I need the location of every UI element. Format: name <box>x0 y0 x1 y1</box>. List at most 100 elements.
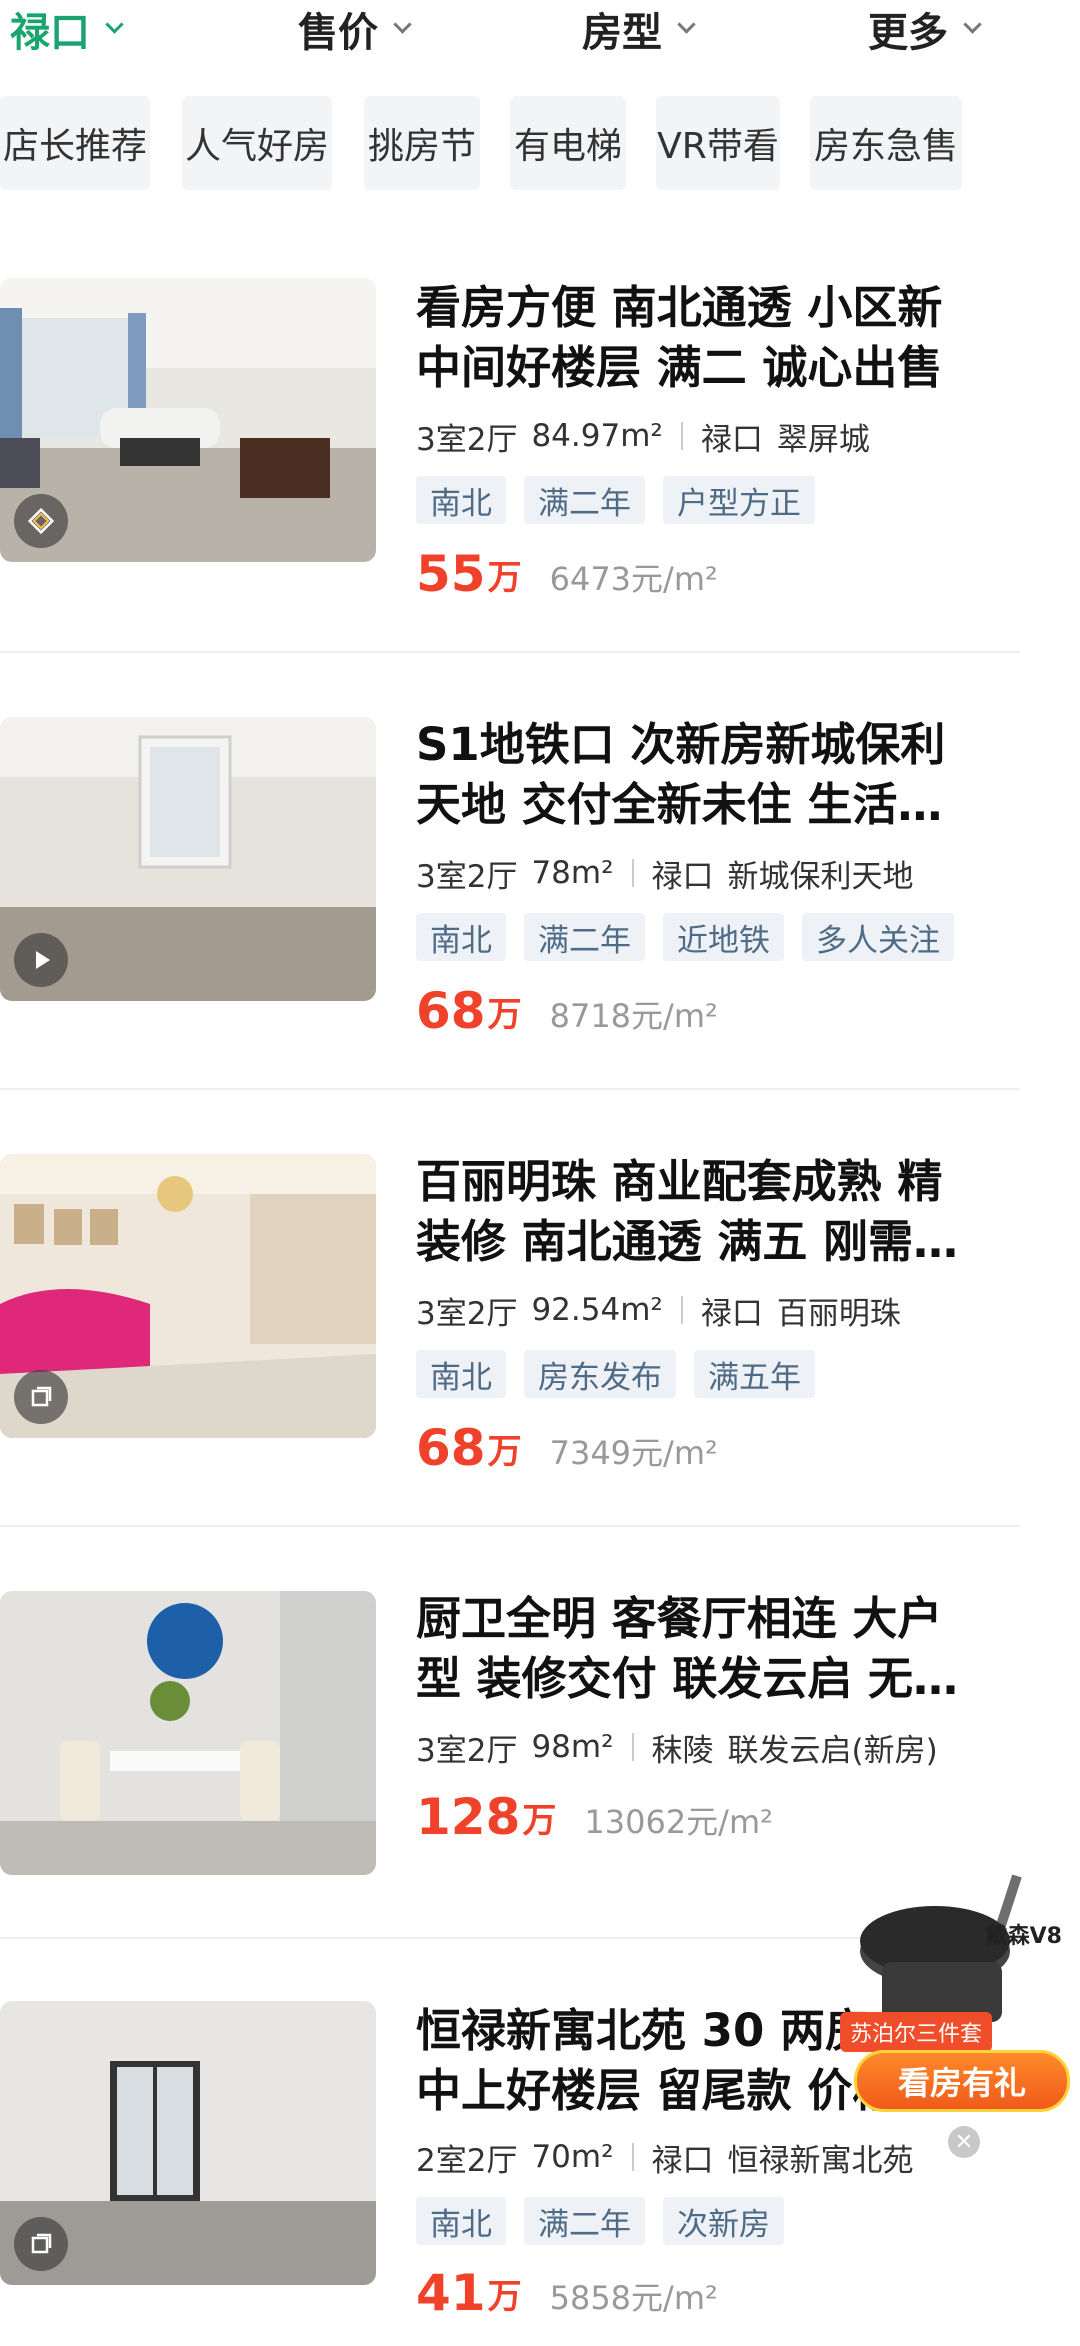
listing-meta: 3室2厅 78m² 禄口 新城保利天地 <box>416 851 914 895</box>
room-layout: 3室2厅 <box>416 1295 518 1332</box>
listing-tag: 房东发布 <box>524 1350 676 1398</box>
listing-photo <box>0 2001 376 2285</box>
filter-label: 房型 <box>582 10 662 56</box>
divider <box>631 2143 634 2171</box>
listing-title: 百丽明珠 商业配套成熟 精 装修 南北通透 满五 刚需… <box>416 1155 959 1268</box>
filter-layout[interactable]: 房型 <box>582 0 696 58</box>
listing-card[interactable]: 看房方便 南北通透 小区新 中间好楼层 满二 诚心出售 3室2厅 84.97m²… <box>0 214 1020 653</box>
listing-price: 55 万 6473元/m² <box>416 544 718 604</box>
district: 秣陵 <box>651 1732 714 1769</box>
community: 恒禄新寓北苑 <box>727 2142 914 2179</box>
chevron-down-icon <box>105 14 124 34</box>
listing-tag: 南北 <box>416 1350 506 1398</box>
district: 禄口 <box>700 1295 763 1332</box>
listing-photo <box>0 717 376 1001</box>
filter-label: 售价 <box>298 10 378 56</box>
divider <box>680 1296 683 1324</box>
listing-tag: 满五年 <box>694 1350 815 1398</box>
floor-area: 92.54m² <box>531 1292 663 1328</box>
listing-photo <box>0 1591 376 1875</box>
3d-icon[interactable] <box>14 1370 68 1424</box>
community: 翠屏城 <box>776 421 870 458</box>
quick-filter-chips: 店长推荐 人气好房 挑房节 有电梯 VR带看 房东急售 <box>0 96 1080 190</box>
listing-tag: 南北 <box>416 476 506 524</box>
total-price: 68 <box>416 1419 486 1477</box>
district: 禄口 <box>700 421 763 458</box>
listing-price: 68 万 8718元/m² <box>416 981 718 1041</box>
district: 禄口 <box>651 2142 714 2179</box>
filter-location[interactable]: 禄口 <box>10 0 124 58</box>
district: 禄口 <box>651 858 714 895</box>
listing-meta: 3室2厅 98m² 秣陵 联发云启(新房) <box>416 1725 938 1769</box>
chip-store-recommend[interactable]: 店长推荐 <box>0 96 150 190</box>
filter-label: 禄口 <box>10 10 90 56</box>
close-icon[interactable]: ✕ <box>948 2126 980 2158</box>
listing-price: 68 万 7349元/m² <box>416 1418 718 1478</box>
chip-urgent-sale[interactable]: 房东急售 <box>810 96 962 190</box>
community: 联发云启(新房) <box>727 1732 938 1769</box>
divider <box>680 422 683 450</box>
promo-cta-button[interactable]: 看房有礼 <box>854 2050 1070 2112</box>
unit-price: 7349元/m² <box>549 1434 718 1472</box>
price-unit: 万 <box>522 1801 557 1841</box>
total-price: 55 <box>416 545 486 603</box>
filter-label: 更多 <box>868 10 948 56</box>
price-unit: 万 <box>487 995 522 1035</box>
listing-card[interactable]: S1地铁口 次新房新城保利 天地 交付全新未住 生活… 3室2厅 78m² 禄口… <box>0 651 1020 1090</box>
room-layout: 3室2厅 <box>416 421 518 458</box>
chevron-down-icon <box>677 14 696 34</box>
listing-title: 厨卫全明 客餐厅相连 大户 型 装修交付 联发云启 无… <box>416 1592 959 1705</box>
unit-price: 6473元/m² <box>549 560 718 598</box>
listing-meta: 3室2厅 92.54m² 禄口 百丽明珠 <box>416 1288 901 1332</box>
floor-area: 70m² <box>531 2139 614 2175</box>
promo-float[interactable]: 戴森V8 苏泊尔三件套 看房有礼 <box>832 1874 1072 2122</box>
chip-elevator[interactable]: 有电梯 <box>510 96 626 190</box>
chip-house-festival[interactable]: 挑房节 <box>364 96 480 190</box>
promo-subtitle: 苏泊尔三件套 <box>840 2012 993 2052</box>
listing-price: 41 万 5858元/m² <box>416 2263 718 2323</box>
listing-tags: 南北 满二年 次新房 <box>416 2197 802 2245</box>
listing-card[interactable]: 百丽明珠 商业配套成熟 精 装修 南北通透 满五 刚需… 3室2厅 92.54m… <box>0 1088 1020 1527</box>
listing-tag: 南北 <box>416 2197 506 2245</box>
listing-meta: 2室2厅 70m² 禄口 恒禄新寓北苑 <box>416 2135 914 2179</box>
divider <box>631 859 634 887</box>
chip-vr-tour[interactable]: VR带看 <box>656 96 780 190</box>
listing-tag: 满二年 <box>524 913 645 961</box>
community: 新城保利天地 <box>727 858 914 895</box>
listing-tag: 满二年 <box>524 2197 645 2245</box>
price-unit: 万 <box>487 2277 522 2317</box>
listing-title: 看房方便 南北通透 小区新 中间好楼层 满二 诚心出售 <box>416 281 943 394</box>
floor-area: 98m² <box>531 1729 614 1765</box>
3d-icon[interactable] <box>14 2217 68 2271</box>
listing-tags: 南北 房东发布 满五年 <box>416 1350 833 1398</box>
listing-meta: 3室2厅 84.97m² 禄口 翠屏城 <box>416 414 870 458</box>
listing-photo <box>0 1154 376 1438</box>
listing-tags: 南北 满二年 户型方正 <box>416 476 833 524</box>
divider <box>631 1733 634 1761</box>
unit-price: 5858元/m² <box>549 2279 718 2317</box>
floor-area: 78m² <box>531 855 614 891</box>
promo-brand: 戴森V8 <box>985 1924 1062 1949</box>
listing-tag: 近地铁 <box>663 913 784 961</box>
chevron-down-icon <box>393 14 412 34</box>
total-price: 68 <box>416 982 486 1040</box>
unit-price: 8718元/m² <box>549 997 718 1035</box>
room-layout: 3室2厅 <box>416 1732 518 1769</box>
price-unit: 万 <box>487 558 522 598</box>
dining-room-image <box>0 1591 376 1875</box>
listing-tag: 满二年 <box>524 476 645 524</box>
filter-price[interactable]: 售价 <box>298 0 412 58</box>
filter-more[interactable]: 更多 <box>868 0 982 58</box>
vr-icon[interactable] <box>14 494 68 548</box>
chip-popular[interactable]: 人气好房 <box>182 96 332 190</box>
community: 百丽明珠 <box>776 1295 901 1332</box>
chevron-down-icon <box>963 14 982 34</box>
price-unit: 万 <box>487 1432 522 1472</box>
listing-tag: 户型方正 <box>663 476 815 524</box>
unit-price: 13062元/m² <box>584 1803 773 1841</box>
room-layout: 3室2厅 <box>416 858 518 895</box>
listing-tag: 次新房 <box>663 2197 784 2245</box>
filter-bar: 禄口 售价 房型 更多 <box>0 0 1080 58</box>
listing-tag: 多人关注 <box>802 913 954 961</box>
play-icon[interactable] <box>14 933 68 987</box>
